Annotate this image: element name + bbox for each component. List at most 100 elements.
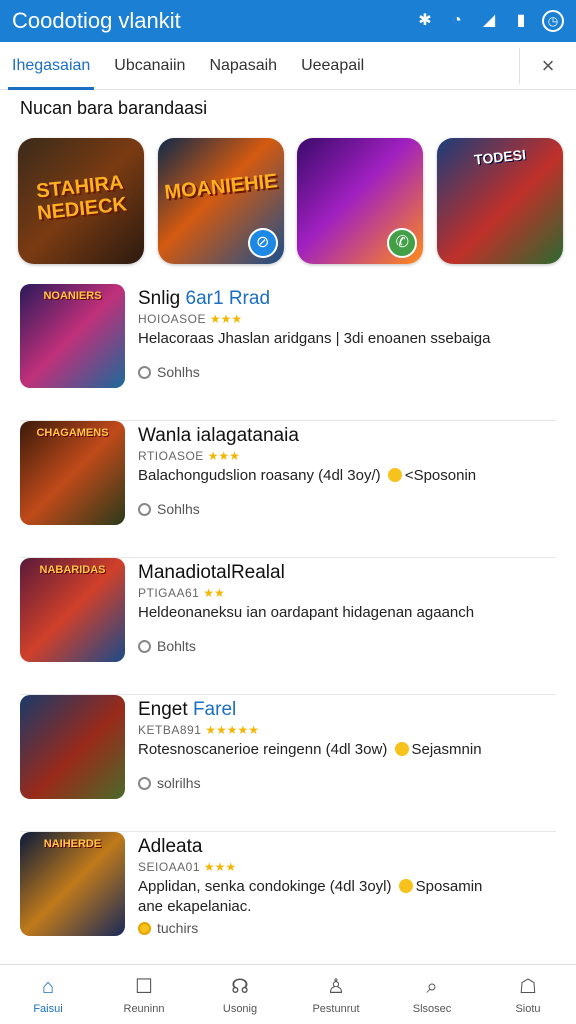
inbox-icon: ☖ bbox=[519, 976, 537, 998]
game-title: Enget Farel bbox=[138, 699, 236, 721]
coin-label: Sposamin bbox=[415, 878, 483, 895]
app-title: Coodotiog vlankit bbox=[12, 8, 181, 33]
person-icon: ♙ bbox=[327, 976, 345, 998]
game-title: Snlig 6ar1 Rrad bbox=[138, 288, 270, 310]
tab-ihegasaian[interactable]: Ihegasaian bbox=[0, 42, 102, 90]
nav-inbox[interactable]: ☖ Siotu bbox=[480, 965, 576, 1024]
whatsapp-badge-icon: ✆ bbox=[387, 228, 418, 258]
description-text: Applidan, senka condokinge (4dl 3oyl) bbox=[138, 878, 392, 895]
list-item[interactable]: NOANIERS Snlig 6ar1 Rrad HOIOASOE ★★★ He… bbox=[20, 284, 556, 421]
list-item[interactable]: NAIHERDE Adleata SEIOAA01 ★★★ Applidan, … bbox=[20, 832, 556, 969]
featured-tile-title: MOANIEHIE bbox=[163, 170, 279, 204]
nav-profile[interactable]: ♙ Pestunrut bbox=[288, 965, 384, 1024]
featured-game-3[interactable]: ✆ bbox=[297, 138, 424, 264]
rating-stars: ★★★ bbox=[203, 860, 237, 874]
game-badge: tuchirs bbox=[138, 920, 198, 936]
tab-ueeapail[interactable]: Ueeapail bbox=[289, 42, 376, 90]
rating-stars: ★★★ bbox=[209, 312, 243, 326]
featured-tile-title: STAHIRA NEDIECK bbox=[35, 171, 129, 225]
headset-icon: ☊ bbox=[231, 976, 249, 998]
nav-label: Usonig bbox=[222, 1003, 258, 1015]
rating-stars: ★★★★★ bbox=[205, 723, 260, 737]
check-circle-icon bbox=[138, 503, 151, 516]
badge-label: Sohlhs bbox=[157, 364, 200, 380]
game-list: NOANIERS Snlig 6ar1 Rrad HOIOASOE ★★★ He… bbox=[0, 284, 576, 969]
battery-icon: ▮ bbox=[516, 12, 526, 29]
game-thumbnail bbox=[20, 695, 125, 799]
game-badge: solrilhs bbox=[138, 775, 201, 791]
featured-tile-title: TODESI bbox=[473, 146, 527, 168]
coin-icon bbox=[398, 879, 413, 893]
game-description: Balachongudslion roasany (4dl 3oy/) <Spo… bbox=[138, 467, 558, 484]
badge-label: solrilhs bbox=[157, 775, 201, 791]
home-icon: ⌂ bbox=[41, 976, 55, 998]
game-meta: HOIOASOE ★★★ bbox=[138, 312, 242, 326]
game-title: ManadiotalRealal bbox=[138, 562, 285, 583]
thumbnail-title: NOANIERS bbox=[43, 290, 102, 302]
game-meta: RTIOASOE ★★★ bbox=[138, 449, 240, 463]
message-icon: ☐ bbox=[135, 976, 153, 998]
clock-icon[interactable]: ◷ bbox=[542, 10, 564, 32]
nav-support[interactable]: ☊ Usonig bbox=[192, 965, 288, 1024]
game-code: HOIOASOE bbox=[138, 312, 207, 326]
coin-badge-icon bbox=[138, 922, 151, 935]
block-badge-icon: ⊘ bbox=[247, 228, 278, 258]
thumbnail-title: NAIHERDE bbox=[43, 838, 102, 850]
game-badge: Bohlts bbox=[138, 638, 196, 654]
game-title: Adleata bbox=[138, 836, 203, 857]
game-title-highlight: Farel bbox=[192, 699, 237, 720]
featured-tile-title bbox=[304, 170, 417, 182]
game-title-text: Enget bbox=[138, 699, 193, 720]
description-text: Balachongudslion roasany (4dl 3oy/) bbox=[138, 467, 381, 484]
game-badge: Sohlhs bbox=[138, 364, 200, 380]
game-meta: KETBA891 ★★★★★ bbox=[138, 723, 259, 737]
nav-messages[interactable]: ☐ Reuninn bbox=[96, 965, 192, 1024]
tab-ubcanaiin[interactable]: Ubcanaiin bbox=[102, 42, 197, 90]
coin-icon bbox=[387, 468, 402, 482]
game-thumbnail: NAIHERDE bbox=[20, 832, 125, 936]
nav-label: Faisui bbox=[33, 1003, 63, 1015]
game-thumbnail: NOANIERS bbox=[20, 284, 125, 388]
featured-game-1[interactable]: STAHIRA NEDIECK bbox=[18, 138, 144, 264]
badge-label: tuchirs bbox=[157, 920, 199, 936]
nav-search[interactable]: ⌕ Slsosec bbox=[384, 965, 480, 1024]
featured-game-2[interactable]: MOANIEHIE ⊘ bbox=[157, 138, 284, 264]
check-circle-icon bbox=[138, 640, 151, 653]
game-description: Helacoraas Jhaslan aridgans | 3di enoane… bbox=[138, 330, 491, 347]
list-item[interactable]: Enget Farel KETBA891 ★★★★★ Rotesnoscaner… bbox=[20, 695, 556, 832]
game-code: SEIOAA01 bbox=[138, 860, 201, 874]
bottom-navigation: ⌂ Faisui ☐ Reuninn ☊ Usonig ♙ Pestunrut … bbox=[0, 964, 576, 1024]
tab-napasaih[interactable]: Napasaih bbox=[197, 42, 289, 90]
game-thumbnail: CHAGAMENS bbox=[20, 421, 125, 525]
game-meta: PTIGAA61 ★★ bbox=[138, 586, 225, 600]
nav-label: Reuninn bbox=[123, 1003, 165, 1015]
rating-stars: ★★ bbox=[203, 586, 225, 600]
nav-label: Siotu bbox=[515, 1003, 541, 1015]
section-title: Nucan bara barandaasi bbox=[20, 98, 208, 118]
close-icon[interactable]: × bbox=[536, 54, 560, 78]
game-description: Applidan, senka condokinge (4dl 3oyl) Sp… bbox=[138, 878, 558, 895]
app-bar: Coodotiog vlankit ✱ ◔ ◢ ▮ ◷ bbox=[0, 0, 576, 42]
list-item[interactable]: CHAGAMENS Wanla ialagatanaia RTIOASOE ★★… bbox=[20, 421, 556, 558]
game-description: Rotesnoscanerioe reingenn (4dl 3ow) Seja… bbox=[138, 741, 558, 758]
badge-label: Sohlhs bbox=[157, 501, 200, 517]
status-icons: ✱ ◔ ◢ ▮ ◷ bbox=[414, 10, 576, 32]
featured-game-4[interactable]: TODESI bbox=[436, 138, 563, 264]
signal-icon: ◢ bbox=[482, 12, 496, 29]
wifi-icon: ◔ bbox=[452, 12, 462, 29]
check-circle-icon bbox=[138, 777, 151, 790]
list-item[interactable]: NABARIDAS ManadiotalRealal PTIGAA61 ★★ H… bbox=[20, 558, 556, 695]
game-title-highlight: 6ar1 Rrad bbox=[185, 288, 271, 309]
game-meta: SEIOAA01 ★★★ bbox=[138, 860, 236, 874]
thumbnail-title: CHAGAMENS bbox=[36, 427, 109, 439]
tab-divider bbox=[519, 48, 520, 84]
bluetooth-icon: ✱ bbox=[418, 12, 432, 29]
tab-bar: Ihegasaian Ubcanaiin Napasaih Ueeapail bbox=[0, 42, 576, 90]
game-code: KETBA891 bbox=[138, 723, 202, 737]
game-description: Heldeonaneksu ian oardapant hidagenan ag… bbox=[138, 604, 475, 621]
coin-label: <Sposonin bbox=[404, 467, 477, 484]
description-text: Rotesnoscanerioe reingenn (4dl 3ow) bbox=[138, 741, 388, 758]
game-badge: Sohlhs bbox=[138, 501, 200, 517]
nav-home[interactable]: ⌂ Faisui bbox=[0, 965, 96, 1024]
search-icon: ⌕ bbox=[426, 976, 438, 998]
